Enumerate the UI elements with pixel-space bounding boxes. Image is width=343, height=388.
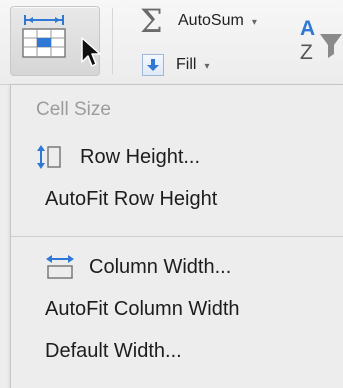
sort-az-icon[interactable]: A Z bbox=[298, 14, 343, 69]
autofit-column-width-item[interactable]: AutoFit Column Width bbox=[11, 289, 343, 329]
row-height-icon bbox=[11, 144, 80, 170]
column-width-item[interactable]: Column Width... bbox=[11, 247, 343, 287]
svg-text:A: A bbox=[300, 17, 315, 40]
autosum-button[interactable]: Σ AutoSum ▾ bbox=[140, 2, 257, 40]
ribbon-separator bbox=[112, 8, 113, 74]
autofit-row-height-item[interactable]: AutoFit Row Height bbox=[11, 179, 343, 219]
column-width-label: Column Width... bbox=[89, 255, 232, 278]
autosum-label: AutoSum bbox=[178, 12, 244, 29]
default-width-label: Default Width... bbox=[45, 339, 182, 362]
row-height-item[interactable]: Row Height... bbox=[11, 137, 343, 177]
svg-text:Z: Z bbox=[300, 41, 313, 64]
column-width-icon bbox=[11, 254, 89, 280]
autofit-column-width-label: AutoFit Column Width bbox=[45, 297, 240, 320]
default-width-item[interactable]: Default Width... bbox=[11, 331, 343, 371]
menu-divider bbox=[11, 236, 343, 237]
ribbon: Σ AutoSum ▾ Fill ▾ A Z bbox=[0, 0, 343, 85]
menu-header: Cell Size bbox=[36, 99, 111, 120]
sigma-icon: Σ bbox=[140, 2, 163, 40]
fill-label: Fill bbox=[176, 56, 197, 73]
autosum-caret: ▾ bbox=[251, 16, 257, 28]
row-height-label: Row Height... bbox=[80, 145, 201, 168]
fill-button[interactable]: Fill ▾ bbox=[142, 52, 209, 78]
cell-size-menu: Cell Size Row Height... AutoFit Row Heig… bbox=[10, 84, 343, 388]
format-cells-icon bbox=[19, 13, 69, 64]
excel-format-dropdown-screen: Σ AutoSum ▾ Fill ▾ A Z Cell Size Row Hei… bbox=[0, 0, 343, 388]
fill-caret: ▾ bbox=[204, 60, 210, 72]
fill-down-icon bbox=[142, 54, 164, 76]
mouse-pointer-icon bbox=[80, 36, 102, 73]
autofit-row-height-label: AutoFit Row Height bbox=[45, 187, 218, 210]
